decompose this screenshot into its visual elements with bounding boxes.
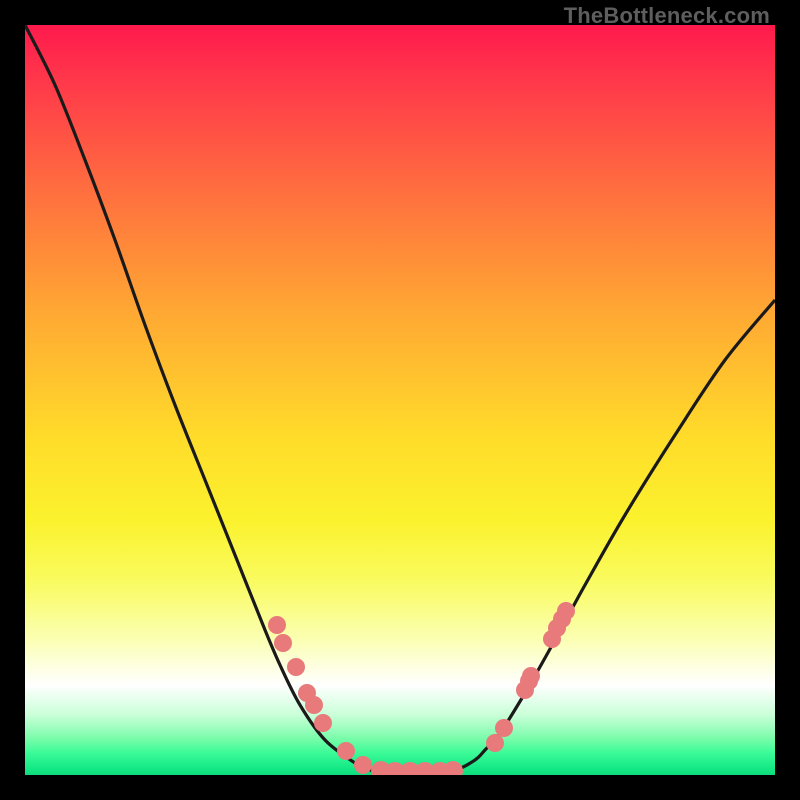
chart-container: TheBottleneck.com <box>0 0 800 800</box>
data-marker <box>486 734 504 752</box>
data-marker <box>522 667 540 685</box>
plot-area <box>25 25 775 775</box>
data-marker <box>495 719 513 737</box>
data-marker <box>287 658 305 676</box>
marker-group <box>268 602 575 782</box>
data-marker <box>337 742 355 760</box>
data-marker <box>274 634 292 652</box>
curve-svg <box>25 25 775 775</box>
data-marker <box>443 761 463 781</box>
watermark-text: TheBottleneck.com <box>564 3 770 29</box>
data-marker <box>268 616 286 634</box>
data-marker <box>314 714 332 732</box>
data-marker <box>354 756 372 774</box>
bottleneck-curve <box>25 25 775 772</box>
data-marker <box>305 696 323 714</box>
data-marker <box>557 602 575 620</box>
